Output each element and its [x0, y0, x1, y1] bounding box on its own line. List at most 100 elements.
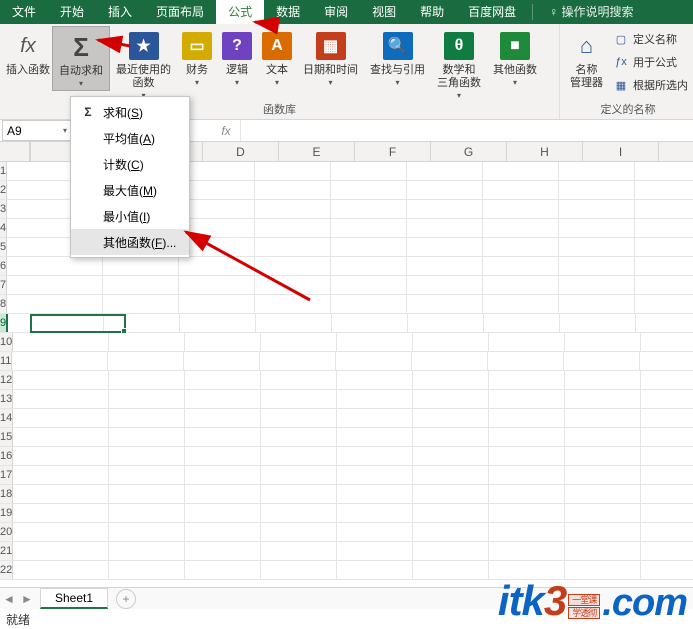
cell[interactable]: [13, 561, 109, 579]
cell[interactable]: [255, 295, 331, 313]
cell[interactable]: [407, 181, 483, 199]
tab-review[interactable]: 审阅: [312, 0, 360, 24]
row-header[interactable]: 21: [0, 542, 13, 560]
menu-count[interactable]: 计数(C): [71, 151, 189, 177]
cell[interactable]: [7, 276, 103, 294]
cell[interactable]: [109, 504, 185, 522]
col-header[interactable]: H: [507, 142, 583, 161]
name-manager-button[interactable]: ⌂ 名称 管理器: [564, 26, 609, 92]
cell[interactable]: [261, 390, 337, 408]
cell[interactable]: [261, 504, 337, 522]
cell[interactable]: [331, 181, 407, 199]
cell[interactable]: [483, 238, 559, 256]
cell[interactable]: [13, 390, 109, 408]
row-header[interactable]: 5: [0, 238, 7, 256]
cell[interactable]: [413, 371, 489, 389]
cell[interactable]: [109, 390, 185, 408]
cell[interactable]: [185, 447, 261, 465]
cell[interactable]: [13, 333, 109, 351]
row-header[interactable]: 19: [0, 504, 13, 522]
cell[interactable]: [261, 428, 337, 446]
cell[interactable]: [332, 314, 408, 332]
cell[interactable]: [413, 561, 489, 579]
cell[interactable]: [641, 409, 693, 427]
cell[interactable]: [179, 295, 255, 313]
col-header[interactable]: F: [355, 142, 431, 161]
cell[interactable]: [13, 447, 109, 465]
logical-button[interactable]: ? 逻辑 ▾: [217, 26, 257, 89]
datetime-button[interactable]: ▦ 日期和时间 ▾: [297, 26, 364, 89]
sheet-nav-next[interactable]: ►: [18, 592, 36, 606]
cell[interactable]: [413, 333, 489, 351]
cell[interactable]: [565, 485, 641, 503]
cell[interactable]: [255, 181, 331, 199]
cell[interactable]: [641, 542, 693, 560]
cell[interactable]: [641, 428, 693, 446]
cell[interactable]: [636, 314, 693, 332]
cell[interactable]: [185, 523, 261, 541]
cell[interactable]: [331, 238, 407, 256]
row-header[interactable]: 10: [0, 333, 13, 351]
cell[interactable]: [185, 428, 261, 446]
row-header[interactable]: 14: [0, 409, 13, 427]
cell[interactable]: [13, 542, 109, 560]
row-header[interactable]: 3: [0, 200, 7, 218]
tab-data[interactable]: 数据: [264, 0, 312, 24]
cell[interactable]: [180, 314, 256, 332]
cell[interactable]: [559, 181, 635, 199]
cell[interactable]: [261, 447, 337, 465]
cell[interactable]: [179, 181, 255, 199]
cell[interactable]: [331, 257, 407, 275]
row-header[interactable]: 1: [0, 162, 7, 180]
row-header[interactable]: 7: [0, 276, 7, 294]
cell[interactable]: [109, 561, 185, 579]
row-header[interactable]: 12: [0, 371, 13, 389]
row-header[interactable]: 2: [0, 181, 7, 199]
cell[interactable]: [565, 371, 641, 389]
cell[interactable]: [640, 352, 693, 370]
select-all-corner[interactable]: [0, 142, 30, 161]
cell[interactable]: [565, 390, 641, 408]
cell[interactable]: [331, 219, 407, 237]
cell[interactable]: [641, 485, 693, 503]
cell[interactable]: [559, 276, 635, 294]
col-header[interactable]: I: [583, 142, 659, 161]
cell[interactable]: [565, 466, 641, 484]
cell[interactable]: [185, 390, 261, 408]
cell[interactable]: [488, 352, 564, 370]
cell[interactable]: [255, 219, 331, 237]
cell[interactable]: [109, 409, 185, 427]
cell[interactable]: [635, 181, 693, 199]
row-header[interactable]: 20: [0, 523, 13, 541]
cell[interactable]: [565, 333, 641, 351]
cell[interactable]: [564, 352, 640, 370]
financial-button[interactable]: ▭ 财务 ▾: [177, 26, 217, 89]
cell[interactable]: [559, 295, 635, 313]
tab-insert[interactable]: 插入: [96, 0, 144, 24]
cell[interactable]: [413, 409, 489, 427]
cell[interactable]: [413, 485, 489, 503]
cell[interactable]: [565, 542, 641, 560]
cell[interactable]: [103, 295, 179, 313]
cell[interactable]: [261, 542, 337, 560]
menu-more-functions[interactable]: 其他函数(F)...: [71, 229, 189, 255]
cell[interactable]: [109, 523, 185, 541]
row-header[interactable]: 15: [0, 428, 13, 446]
cell[interactable]: [489, 371, 565, 389]
tab-formulas[interactable]: 公式: [216, 0, 264, 24]
cell[interactable]: [255, 276, 331, 294]
cell[interactable]: [261, 561, 337, 579]
cell[interactable]: [104, 314, 180, 332]
cell[interactable]: [560, 314, 636, 332]
row-header[interactable]: 9: [0, 314, 8, 332]
cell[interactable]: [109, 466, 185, 484]
cell[interactable]: [489, 542, 565, 560]
cell[interactable]: [337, 523, 413, 541]
col-header[interactable]: G: [431, 142, 507, 161]
col-header[interactable]: E: [279, 142, 355, 161]
cell[interactable]: [565, 428, 641, 446]
cell[interactable]: [635, 295, 693, 313]
cell[interactable]: [407, 276, 483, 294]
row-header[interactable]: 6: [0, 257, 7, 275]
cell[interactable]: [13, 428, 109, 446]
